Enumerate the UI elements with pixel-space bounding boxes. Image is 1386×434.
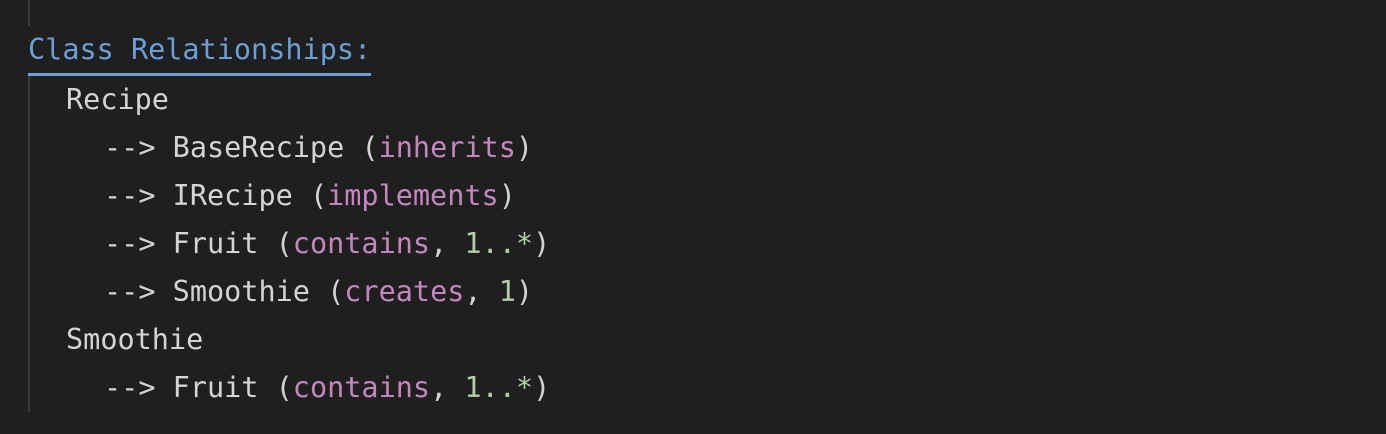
relationship-kind: contains [292, 371, 431, 404]
multiplicity: 1 [498, 275, 516, 308]
arrow: --> [104, 131, 156, 164]
relationship-line: --> IRecipe (implements) [104, 172, 516, 220]
comma: , [464, 275, 482, 308]
class-name: Recipe [66, 83, 169, 116]
target-class: Smoothie [172, 275, 310, 308]
relationship-line: --> BaseRecipe (inherits) [104, 124, 533, 172]
relationship-kind: creates [344, 275, 465, 308]
class-line-recipe: Recipe [66, 76, 169, 124]
relationship-kind: implements [327, 179, 499, 212]
arrow: --> [104, 275, 156, 308]
arrow: --> [104, 227, 156, 260]
paren-open: ( [275, 227, 293, 260]
relationship-line: --> Fruit (contains, 1..*) [104, 364, 550, 412]
class-line-smoothie: Smoothie [66, 316, 203, 364]
class-name: Smoothie [66, 323, 204, 356]
target-class: IRecipe [172, 179, 293, 212]
multiplicity: 1..* [464, 371, 534, 404]
multiplicity: 1..* [464, 227, 534, 260]
paren-close: ) [533, 227, 551, 260]
relationship-line: --> Fruit (contains, 1..*) [104, 220, 550, 268]
paren-close: ) [515, 131, 534, 164]
relationship-line: --> Smoothie (creates, 1) [104, 268, 533, 316]
paren-close: ) [533, 371, 551, 404]
section-heading: Class Relationships: [28, 27, 372, 76]
indent-guide [28, 76, 30, 412]
comma: , [430, 227, 448, 260]
arrow: --> [104, 371, 156, 404]
comma: , [430, 371, 448, 404]
relationship-kind: contains [292, 227, 431, 260]
target-class: Fruit [172, 227, 259, 260]
arrow: --> [104, 179, 156, 212]
paren-close: ) [515, 275, 534, 308]
target-class: Fruit [172, 371, 259, 404]
paren-open: ( [361, 131, 379, 164]
indent-guide-top [28, 0, 30, 26]
paren-open: ( [309, 179, 328, 212]
code-editor[interactable]: Class Relationships: Recipe --> BaseReci… [0, 0, 1386, 434]
paren-close: ) [498, 179, 516, 212]
paren-open: ( [327, 275, 345, 308]
paren-open: ( [275, 371, 293, 404]
relationship-kind: inherits [378, 131, 516, 164]
target-class: BaseRecipe [172, 131, 345, 164]
